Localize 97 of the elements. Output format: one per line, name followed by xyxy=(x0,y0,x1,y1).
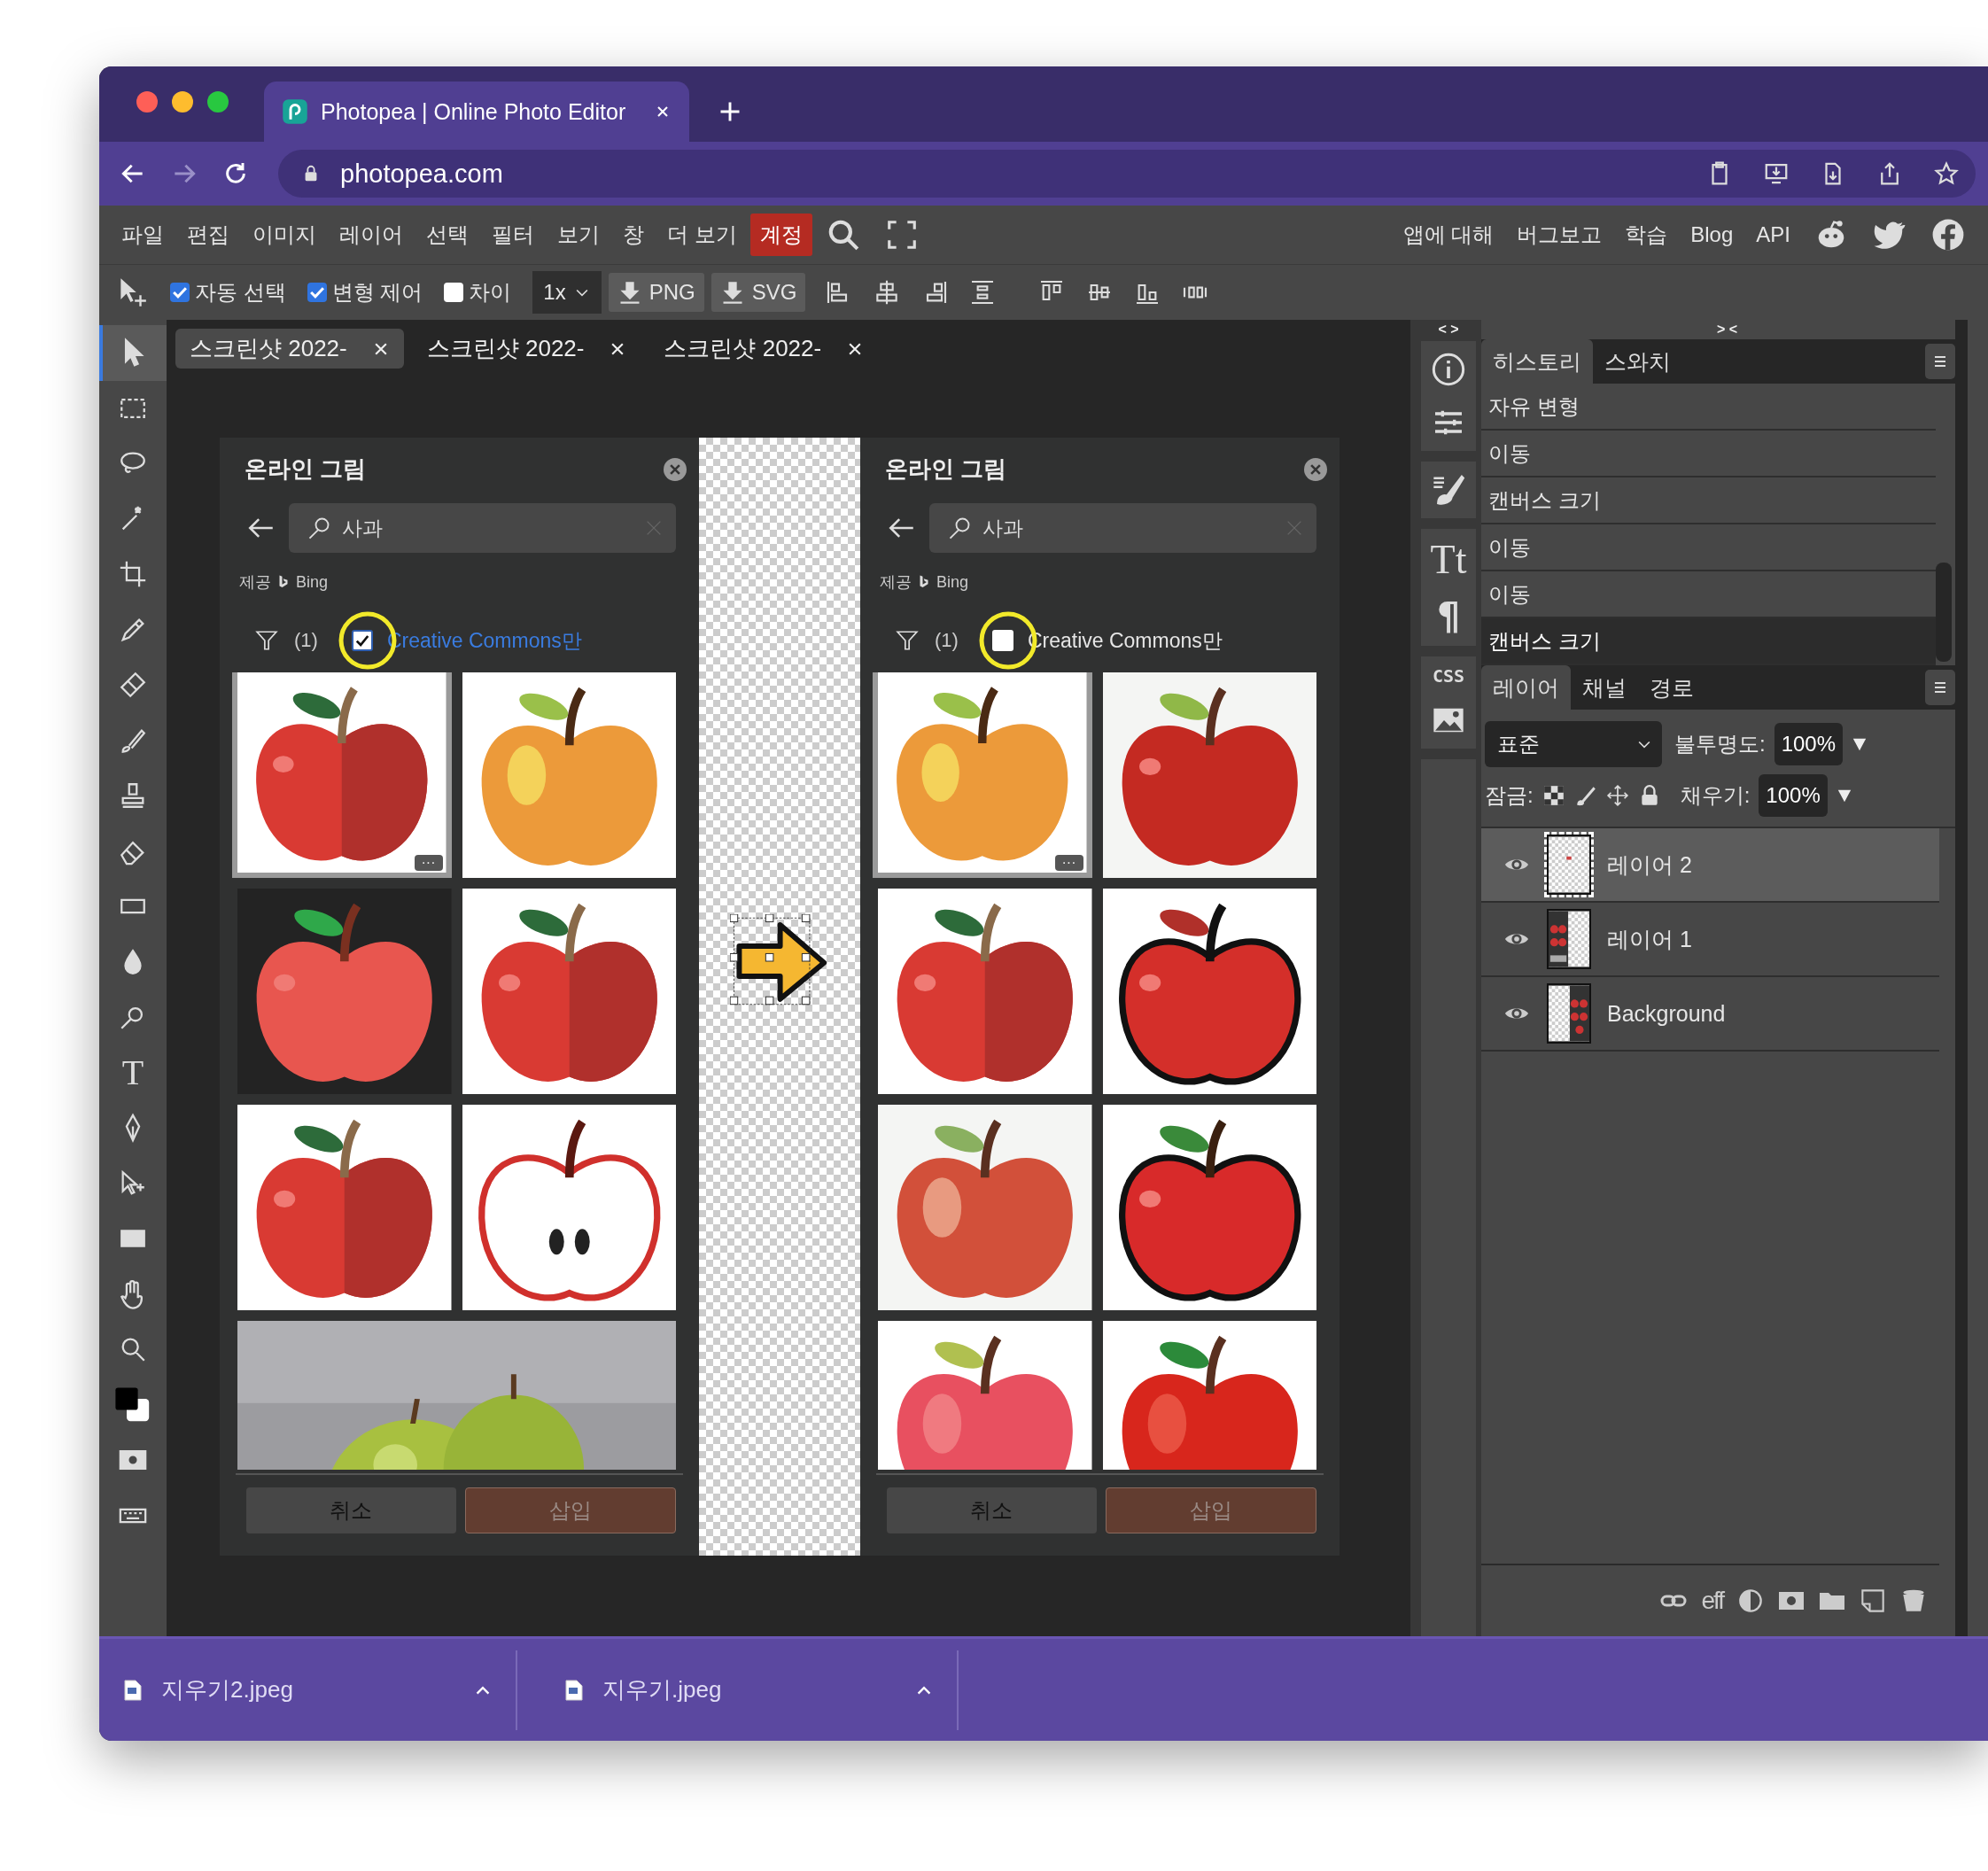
address-bar[interactable]: photopea.com xyxy=(278,150,1976,198)
search-field[interactable]: 사과 xyxy=(289,503,676,553)
adjustment-layer-icon[interactable] xyxy=(1737,1588,1764,1613)
layer-effects-button[interactable]: eff xyxy=(1701,1587,1723,1615)
more-badge[interactable]: ··· xyxy=(414,855,443,871)
caret-icon[interactable] xyxy=(1836,788,1852,804)
menu-item[interactable]: 창 xyxy=(613,213,654,256)
search-field[interactable]: 사과 xyxy=(929,503,1316,553)
provider-logo-icon xyxy=(278,574,289,590)
dialog-title: 온라인 그림 xyxy=(245,454,368,484)
panel-tab[interactable]: 히스토리 xyxy=(1481,339,1593,384)
collapse-toggle[interactable]: > < xyxy=(1698,320,1738,339)
export-button[interactable]: SVG xyxy=(711,273,806,312)
opacity-label: 불투명도: xyxy=(1674,731,1766,757)
document-tab[interactable]: 스크린샷 2022- xyxy=(175,329,404,369)
search-icon xyxy=(947,516,972,540)
site-icon xyxy=(282,98,308,125)
menu-item[interactable]: 파일 xyxy=(112,213,174,256)
document-tab[interactable]: 스크린샷 2022- xyxy=(649,329,879,369)
filter-icon[interactable] xyxy=(255,629,278,652)
paragraph-panel-icon[interactable]: ¶ xyxy=(1436,598,1461,635)
download-item[interactable]: 지우기2.jpeg xyxy=(99,1674,516,1705)
menu-item[interactable]: 레이어 xyxy=(330,213,413,256)
lock-label: 잠금: xyxy=(1485,782,1534,809)
checkbox-label: 자동 선택 xyxy=(195,279,286,306)
checkbox-label: 변형 제어 xyxy=(331,279,423,306)
css-panel-icon[interactable]: CSS xyxy=(1432,667,1465,685)
facebook-icon[interactable] xyxy=(1931,218,1965,252)
checkbox[interactable] xyxy=(351,630,373,651)
menu-item[interactable]: 필터 xyxy=(482,213,544,256)
menu-item[interactable]: 이미지 xyxy=(243,213,326,256)
info-icon[interactable] xyxy=(1431,352,1466,387)
layer-thumbnail xyxy=(1547,909,1591,969)
more-badge[interactable]: ··· xyxy=(1054,855,1083,871)
layer-thumbnail xyxy=(1547,983,1591,1044)
menu-item[interactable]: 보기 xyxy=(547,213,610,256)
filter-icon[interactable] xyxy=(896,629,919,652)
layer-row[interactable]: Background xyxy=(1481,977,1939,1052)
selected-image-tile[interactable]: ··· xyxy=(873,672,1092,878)
scrollbar-thumb[interactable] xyxy=(1936,563,1952,662)
type-tool[interactable]: T xyxy=(121,1054,144,1091)
checker-icon[interactable] xyxy=(1541,784,1565,807)
menu-icon[interactable] xyxy=(1925,670,1955,705)
history-item[interactable]: 캔버스 크기 xyxy=(1481,618,1936,665)
maximize-window-button[interactable] xyxy=(207,91,229,113)
checkbox[interactable] xyxy=(170,283,190,302)
star-icon[interactable] xyxy=(1933,160,1960,187)
expand-toggle[interactable]: < > xyxy=(1421,320,1476,339)
color-swatches-icon[interactable] xyxy=(114,1386,151,1424)
new-layer-icon[interactable] xyxy=(1860,1588,1886,1613)
selected-image-tile[interactable]: ··· xyxy=(232,672,452,878)
blend-mode-dropdown[interactable]: 표준 xyxy=(1485,721,1662,767)
menu-link[interactable]: API xyxy=(1746,215,1800,254)
zoom-dropdown[interactable]: 1x xyxy=(532,271,602,314)
layer-row[interactable]: 레이어 2 xyxy=(1481,828,1939,903)
opacity-field[interactable]: 100% xyxy=(1774,723,1844,765)
menu-item[interactable]: 편집 xyxy=(177,213,239,256)
close-window-button[interactable] xyxy=(136,91,158,113)
panel-tab[interactable]: 채널 xyxy=(1571,665,1638,710)
menu-item[interactable]: 더 보기 xyxy=(657,213,747,256)
caret-icon[interactable] xyxy=(1852,736,1868,752)
provider-label: 제공 xyxy=(880,572,912,593)
layer-row[interactable]: 레이어 1 xyxy=(1481,903,1939,977)
menu-icon[interactable] xyxy=(1925,344,1955,379)
move-icon[interactable] xyxy=(1605,784,1629,807)
fill-label: 채우기: xyxy=(1680,782,1751,809)
browser-tab[interactable]: Photopea | Online Photo Editor xyxy=(264,82,689,142)
dialog-title: 온라인 그림 xyxy=(885,454,1008,484)
menu-link[interactable]: Blog xyxy=(1681,215,1743,254)
provider-label: 제공 xyxy=(239,572,271,593)
provider-name: Bing xyxy=(936,572,969,592)
search-icon xyxy=(307,516,331,540)
panel-tab[interactable]: 경로 xyxy=(1638,665,1705,710)
checkbox[interactable] xyxy=(307,283,327,302)
panel-tab[interactable]: 스와치 xyxy=(1593,339,1682,384)
trash-icon[interactable] xyxy=(1900,1588,1927,1613)
panel-tab[interactable]: 레이어 xyxy=(1481,665,1571,710)
checkbox-label: 차이 xyxy=(469,279,512,306)
file-icon xyxy=(565,1679,583,1701)
character-panel-icon[interactable]: Tt xyxy=(1430,540,1467,580)
menu-link[interactable]: 학습 xyxy=(1615,213,1678,256)
menu-link[interactable]: 버그보고 xyxy=(1507,213,1612,256)
menu-item[interactable]: 선택 xyxy=(416,213,478,256)
layer-thumbnail xyxy=(1547,835,1591,895)
fill-field[interactable]: 100% xyxy=(1759,774,1828,817)
file-icon xyxy=(124,1679,142,1701)
menu-link[interactable]: 앱에 대해 xyxy=(1393,213,1504,256)
provider-logo-icon xyxy=(919,574,929,590)
document-tab[interactable]: 스크린샷 2022- xyxy=(412,329,641,369)
export-button[interactable]: PNG xyxy=(608,273,704,312)
checkbox[interactable] xyxy=(444,283,464,302)
filter-count: (1) xyxy=(935,629,959,652)
provider-name: Bing xyxy=(296,572,329,592)
filter-count: (1) xyxy=(294,629,318,652)
menu-item[interactable]: 계정 xyxy=(749,213,812,256)
minimize-window-button[interactable] xyxy=(172,91,193,113)
download-item[interactable]: 지우기.jpeg xyxy=(540,1674,957,1705)
